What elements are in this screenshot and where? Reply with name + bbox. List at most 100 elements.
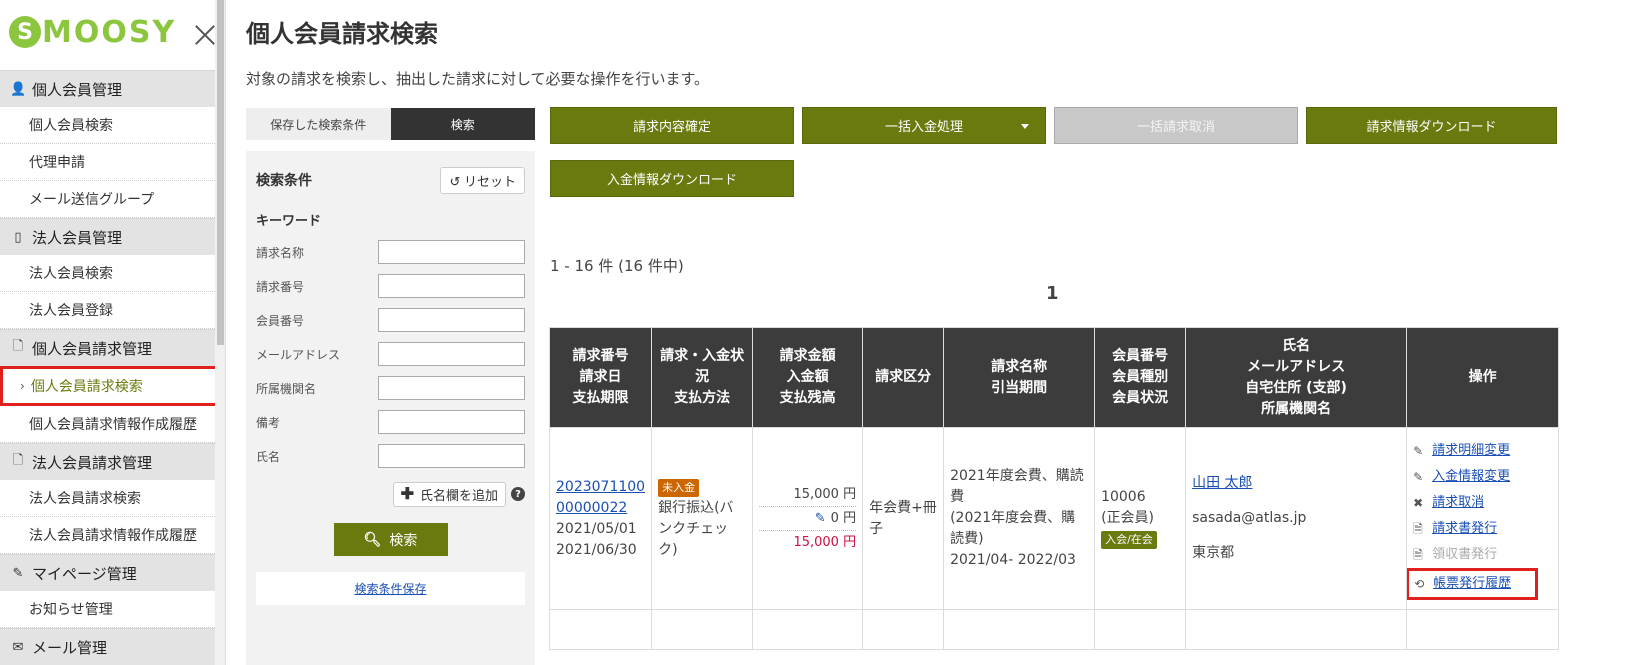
cell-amounts: 15,000 円 ✎ 0 円 15,000 円 [752, 427, 864, 610]
sidebar-group-3[interactable]: 🗋 法人会員請求管理 [0, 443, 225, 480]
sidebar-item-label: お知らせ管理 [29, 602, 113, 618]
operation-item[interactable]: ✎ 請求明細変更 [1413, 438, 1552, 464]
sidebar-group-title: メール管理 [32, 638, 108, 657]
column-header-line: 引当期間 [991, 379, 1048, 396]
operation-item[interactable]: ✎ 入金情報変更 [1413, 464, 1552, 490]
operation-item[interactable]: ⟲ 帳票発行履歴 [1406, 567, 1539, 600]
sidebar-item[interactable]: 個人会員請求情報作成履歴 [0, 406, 225, 443]
sidebar: S MOOSY 👤 個人会員管理 個人会員検索 代理申請 メール送信グループ ▯ 法人会員管… [0, 0, 226, 665]
chevron-right-icon: › [20, 379, 25, 393]
add-name-field-button[interactable]: ✚ 氏名欄を追加 [392, 481, 506, 507]
column-header: 請求・入金状況支払方法 [651, 327, 754, 428]
reset-button[interactable]: ↺ リセット [440, 166, 525, 194]
field-input[interactable] [378, 444, 525, 468]
invoice-number-link[interactable]: 2023071100 00000022 [556, 477, 645, 519]
column-header-line: 氏名 [1282, 337, 1311, 354]
operation-item[interactable]: ✖ 請求取消 [1413, 490, 1552, 516]
invoice-number-part2: 00000022 [556, 499, 628, 516]
payment-download-button[interactable]: 入金情報ダウンロード [550, 160, 794, 197]
sidebar-item[interactable]: 個人会員検索 [0, 107, 225, 144]
column-header-line: 請求番号 [572, 348, 629, 364]
sidebar-item[interactable]: 法人会員請求検索 [0, 480, 225, 517]
logo-text: MOOSY [42, 14, 177, 50]
search-button[interactable]: 🔍︎ 検索 [333, 523, 448, 556]
sidebar-item-label: 法人会員請求検索 [29, 491, 141, 507]
sidebar-group-1[interactable]: ▯ 法人会員管理 [0, 218, 225, 255]
empty-cell [651, 609, 754, 650]
bulk-payment-button[interactable]: 一括入金処理 [802, 107, 1046, 144]
field-input[interactable] [378, 274, 525, 298]
invoice-name: 2021年度会費、購読費 [950, 468, 1084, 505]
operation-label[interactable]: 請求取消 [1432, 490, 1484, 516]
pagination-current-page[interactable]: 1 [1046, 283, 1059, 304]
column-header-line: 所属機関名 [1261, 400, 1332, 417]
invoice-download-button[interactable]: 請求情報ダウンロード [1306, 107, 1557, 144]
sidebar-item[interactable]: 法人会員請求情報作成履歴 [0, 517, 225, 554]
sidebar-item[interactable]: › 個人会員請求検索 [0, 366, 223, 406]
pencil-icon: ✎ [1413, 443, 1424, 458]
results-table: 請求番号 請求日 支払期限 請求・入金状況支払方法 請求金額 入金額 支払残高 請求区分 請求名… [548, 327, 1560, 650]
page-description: 対象の請求を検索し、抽出した請求に対して必要な操作を行います。 [246, 70, 710, 88]
search-icon: 🔍︎ [363, 531, 382, 548]
operation-label[interactable]: 請求書発行 [1432, 516, 1497, 542]
sidebar-item-label: 法人会員検索 [29, 266, 113, 282]
field-input[interactable] [378, 308, 525, 332]
balance-amount: 15,000 円 [793, 535, 857, 550]
sidebar-group-0[interactable]: 👤 個人会員管理 [0, 70, 225, 107]
tab-saved-conditions[interactable]: 保存した検索条件 [246, 108, 391, 140]
operation-label[interactable]: 請求明細変更 [1432, 438, 1510, 464]
building-icon: ▯ [14, 229, 22, 245]
column-header-line: 自宅住所 (支部) [1245, 379, 1347, 396]
sidebar-item-label: 法人会員登録 [29, 303, 113, 319]
field-label: メールアドレス [256, 347, 341, 362]
sidebar-item[interactable]: 法人会員登録 [0, 292, 225, 329]
column-header: 請求区分 [862, 327, 945, 428]
cell-person: 山田 太郎 sasada@atlas.jp 東京都 [1185, 427, 1408, 610]
person-name-link[interactable]: 山田 太郎 [1192, 473, 1400, 494]
operation-label[interactable]: 帳票発行履歴 [1433, 571, 1511, 597]
sidebar-group-title: 法人会員請求管理 [32, 453, 153, 472]
field-row: 氏名 [256, 439, 525, 473]
sidebar-item-label: 個人会員検索 [29, 118, 113, 134]
column-header: 請求番号 請求日 支払期限 [548, 327, 653, 428]
member-number: 10006 [1101, 489, 1146, 505]
result-count: 1 - 16 件 (16 件中) [550, 257, 684, 275]
column-header: 操作 [1406, 327, 1560, 428]
table-header-row: 請求番号 請求日 支払期限 請求・入金状況支払方法 請求金額 入金額 支払残高 請求区分 請求名… [548, 327, 1560, 428]
save-conditions-link[interactable]: 検索条件保存 [354, 580, 426, 597]
sidebar-group-2[interactable]: 🗋 個人会員請求管理 [0, 329, 225, 366]
column-header-line: 会員番号 [1112, 348, 1169, 364]
sidebar-group-5[interactable]: ✉ メール管理 [0, 628, 225, 665]
sidebar-item[interactable]: 代理申請 [0, 144, 225, 181]
tab-search[interactable]: 検索 [390, 108, 535, 140]
field-input[interactable] [378, 240, 525, 264]
column-header-line: 入金額 [786, 369, 829, 385]
field-input[interactable] [378, 376, 525, 400]
save-conditions-row: 検索条件保存 [256, 572, 525, 605]
sidebar-scrollbar-thumb[interactable] [217, 0, 224, 345]
sidebar-item[interactable]: メール送信グループ [0, 181, 225, 218]
history-icon: ⟲ [1414, 576, 1425, 591]
invoice-name-sub: (2021年度会費、購読費) [950, 510, 1076, 547]
sidebar-item-label: 個人会員請求検索 [30, 379, 143, 395]
empty-cell [1094, 609, 1187, 650]
operation-label[interactable]: 入金情報変更 [1432, 464, 1510, 490]
sidebar-scrollbar[interactable] [215, 0, 225, 665]
field-input[interactable] [378, 342, 525, 366]
status-badge: 未入金 [658, 478, 700, 497]
plus-icon: ✚ [400, 486, 414, 503]
pencil-icon[interactable]: ✎ [815, 511, 826, 526]
search-conditions-title: 検索条件 [256, 173, 312, 189]
sidebar-item[interactable]: お知らせ管理 [0, 591, 225, 628]
paid-amount-row: ✎ 0 円 [759, 507, 857, 531]
sidebar-group-4[interactable]: ✎ マイページ管理 [0, 554, 225, 591]
cell-member: 10006 (正会員) 入会/在会 [1094, 427, 1187, 610]
confirm-invoice-button[interactable]: 請求内容確定 [550, 107, 794, 144]
operation-item[interactable]: 🗎 請求書発行 [1413, 516, 1552, 542]
empty-cell [943, 609, 1096, 650]
field-input[interactable] [378, 410, 525, 434]
help-icon[interactable]: ? [511, 487, 525, 501]
cell-operations: ✎ 請求明細変更 ✎ 入金情報変更 ✖ 請求取消 🗎 請求書発行 🗎 領収書発行 ⟲ 帳票発行履歴 [1406, 427, 1560, 610]
member-status-badge: 入会/在会 [1101, 531, 1157, 549]
sidebar-item[interactable]: 法人会員検索 [0, 255, 225, 292]
